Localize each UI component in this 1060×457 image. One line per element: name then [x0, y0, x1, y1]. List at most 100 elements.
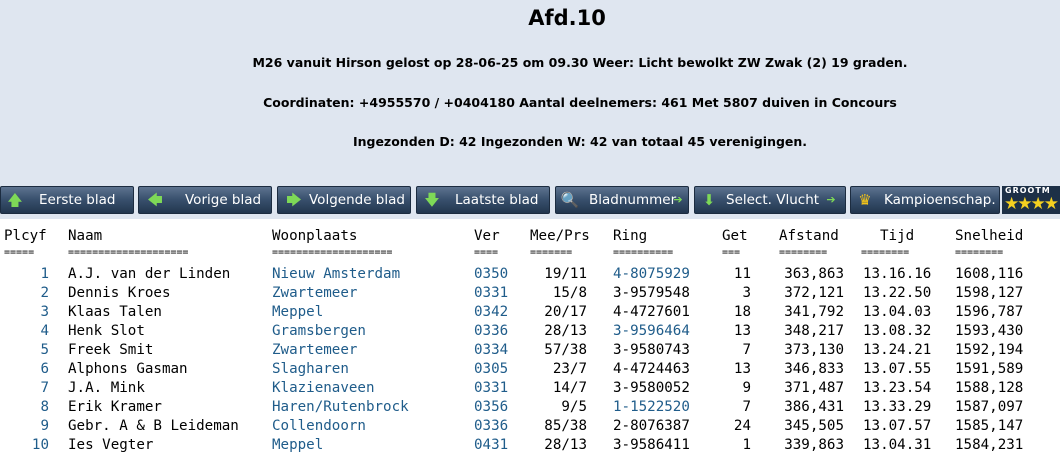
toolbar: 🡅 Eerste blad 🡄 Vorige blad 🡆 Volgende b… — [0, 184, 1060, 219]
cell-get: 9 — [742, 380, 751, 396]
table-row: 5 Freek Smit Zwartemeer 0334 57/38 3-9580743 7… — [0, 341, 1060, 360]
coordinates-info: Coordinaten: +4955570 / +0404180 Aantal … — [263, 95, 897, 110]
cell-get: 7 — [742, 342, 751, 358]
cell-woonplaats[interactable]: Gramsbergen — [272, 322, 366, 341]
cell-meeprs: 23/7 — [552, 361, 587, 377]
cell-ring[interactable]: 4-8075929 — [613, 265, 690, 284]
select-flight-button[interactable]: ⬇ Select. Vlucht ➔ — [694, 186, 846, 214]
crown-icon: ♛ — [858, 191, 872, 209]
cell-afstand: 363,863 — [784, 266, 844, 282]
cell-woonplaats[interactable]: Meppel — [272, 436, 323, 455]
cell-ring: 4-4727601 — [613, 304, 690, 320]
first-page-button[interactable]: 🡅 Eerste blad — [0, 186, 134, 214]
cell-snelheid: 1588,128 — [955, 380, 1024, 396]
cell-plc[interactable]: 6 — [0, 360, 49, 379]
cell-get: 1 — [742, 437, 751, 453]
cell-ver[interactable]: 0334 — [474, 341, 508, 360]
cell-ver[interactable]: 0331 — [474, 379, 508, 398]
cell-afstand: 371,487 — [784, 380, 844, 396]
cell-snelheid: 1593,430 — [955, 323, 1024, 339]
cell-ver[interactable]: 0336 — [474, 322, 508, 341]
arrow-down-icon: 🡇 — [424, 191, 440, 209]
cell-ver[interactable]: 0305 — [474, 360, 508, 379]
cell-naam: A.J. van der Linden — [68, 266, 231, 282]
cell-woonplaats[interactable]: Meppel — [272, 303, 323, 322]
cell-tijd: 13.07.55 — [863, 361, 932, 377]
cell-tijd: 13.07.57 — [863, 418, 932, 434]
cell-plc[interactable]: 8 — [0, 398, 49, 417]
cell-plc[interactable]: 9 — [0, 417, 49, 436]
cell-get: 11 — [733, 266, 751, 282]
cell-ring[interactable]: 3-9596464 — [613, 322, 690, 341]
cell-ver[interactable]: 0350 — [474, 265, 508, 284]
arrow-right-small-icon: ➔ — [826, 193, 836, 206]
cell-woonplaats[interactable]: Zwartemeer — [272, 284, 357, 303]
cell-ver[interactable]: 0431 — [474, 436, 508, 455]
next-page-button[interactable]: 🡆 Volgende blad — [277, 186, 411, 214]
previous-page-button[interactable]: 🡄 Vorige blad — [138, 186, 272, 214]
arrow-left-icon: 🡄 — [147, 191, 163, 209]
arrow-right-icon: 🡆 — [286, 191, 302, 209]
page-number-button[interactable]: 🔍 Bladnummer ➔ — [555, 186, 689, 214]
table-row: 9 Gebr. A & B Leideman Collendoorn 0336 85/3… — [0, 417, 1060, 436]
cell-tijd: 13.04.31 — [863, 437, 932, 453]
cell-plc[interactable]: 3 — [0, 303, 49, 322]
cell-snelheid: 1596,787 — [955, 304, 1024, 320]
cell-afstand: 386,431 — [784, 399, 844, 415]
cell-meeprs: 28/13 — [544, 437, 587, 453]
cell-tijd: 13.22.50 — [863, 285, 932, 301]
cell-ver[interactable]: 0331 — [474, 284, 508, 303]
cell-snelheid: 1584,231 — [955, 437, 1024, 453]
cell-ver[interactable]: 0356 — [474, 398, 508, 417]
table-separator-row: ===== ==================== =============… — [4, 247, 1004, 258]
cell-naam: Ies Vegter — [68, 437, 154, 453]
cell-ring: 2-8076387 — [613, 418, 690, 434]
cell-woonplaats[interactable]: Slagharen — [272, 360, 349, 379]
arrow-right-small-icon: ➔ — [673, 193, 683, 206]
cell-ver[interactable]: 0342 — [474, 303, 508, 322]
cell-afstand: 373,130 — [784, 342, 844, 358]
cell-afstand: 345,505 — [784, 418, 844, 434]
cell-afstand: 348,217 — [784, 323, 844, 339]
last-page-button[interactable]: 🡇 Laatste blad — [416, 186, 550, 214]
cell-ring: 3-9579548 — [613, 285, 690, 301]
cell-plc[interactable]: 2 — [0, 284, 49, 303]
championship-button[interactable]: ♛ Kampioenschap. — [850, 186, 1000, 214]
cell-meeprs: 57/38 — [544, 342, 587, 358]
cell-meeprs: 14/7 — [552, 380, 587, 396]
cell-meeprs: 9/5 — [561, 399, 587, 415]
grootm-button[interactable]: GROOTM ★★★★ — [1002, 186, 1060, 214]
cell-woonplaats[interactable]: Nieuw Amsterdam — [272, 265, 400, 284]
cell-tijd: 13.08.32 — [863, 323, 932, 339]
entries-info: Ingezonden D: 42 Ingezonden W: 42 van to… — [352, 134, 808, 149]
cell-plc[interactable]: 5 — [0, 341, 49, 360]
cell-plc[interactable]: 10 — [0, 436, 49, 455]
cell-ring: 4-4724463 — [613, 361, 690, 377]
cell-meeprs: 15/8 — [552, 285, 587, 301]
cell-afstand: 372,121 — [784, 285, 844, 301]
cell-plc[interactable]: 7 — [0, 379, 49, 398]
cell-naam: Freek Smit — [68, 342, 154, 358]
cell-woonplaats[interactable]: Klazienaveen — [272, 379, 375, 398]
cell-get: 3 — [742, 285, 751, 301]
cell-woonplaats[interactable]: Collendoorn — [272, 417, 366, 436]
cell-tijd: 13.04.03 — [863, 304, 932, 320]
cell-plc[interactable]: 4 — [0, 322, 49, 341]
magnifier-icon: 🔍 — [560, 191, 580, 209]
cell-meeprs: 20/17 — [544, 304, 587, 320]
cell-woonplaats[interactable]: Haren/Rutenbrock — [272, 398, 409, 417]
cell-plc[interactable]: 1 — [0, 265, 49, 284]
cell-ring: 3-9586411 — [613, 437, 690, 453]
cell-ring[interactable]: 1-1522520 — [613, 398, 690, 417]
cell-afstand: 341,792 — [784, 304, 844, 320]
cell-get: 7 — [742, 399, 751, 415]
cell-ring: 3-9580052 — [613, 380, 690, 396]
cell-woonplaats[interactable]: Zwartemeer — [272, 341, 357, 360]
cell-naam: Alphons Gasman — [68, 361, 188, 377]
cell-meeprs: 19/11 — [544, 266, 587, 282]
cell-naam: Henk Slot — [68, 323, 145, 339]
page-title: Afd.10 — [528, 6, 606, 30]
cell-tijd: 13.16.16 — [863, 266, 932, 282]
cell-naam: J.A. Mink — [68, 380, 145, 396]
cell-ver[interactable]: 0336 — [474, 417, 508, 436]
